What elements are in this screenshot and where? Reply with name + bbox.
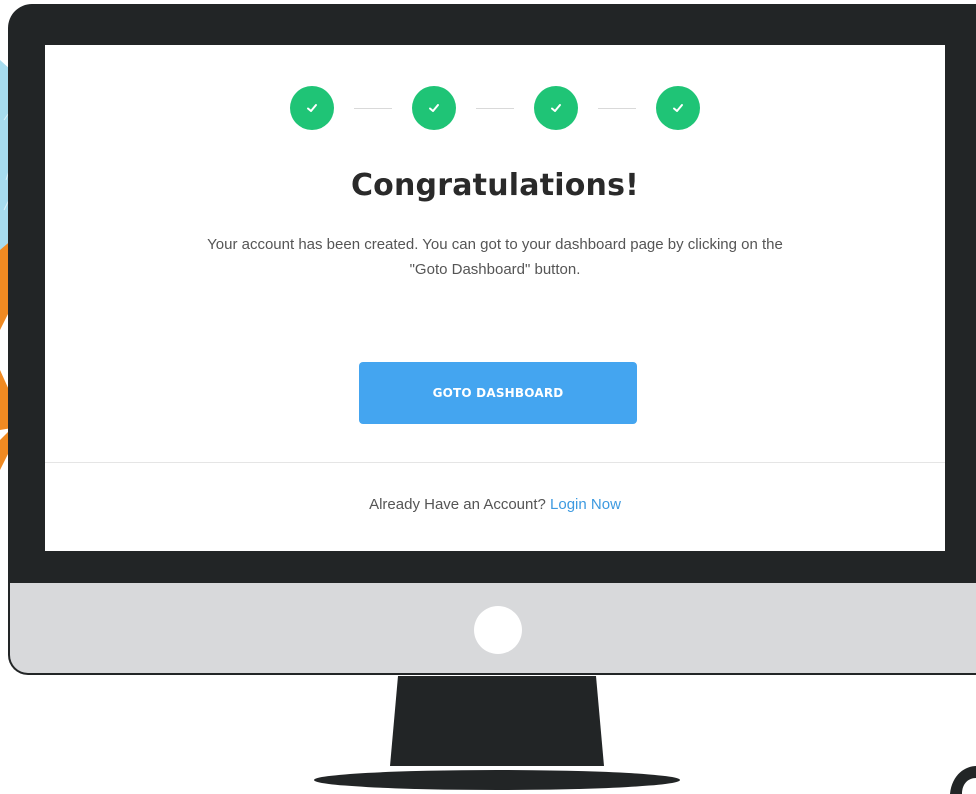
goto-dashboard-button[interactable]: GOTO DASHBOARD — [359, 362, 637, 424]
step-connector — [476, 107, 514, 109]
step-2-complete — [412, 86, 456, 130]
page-title: Congratulations! — [350, 168, 640, 203]
monitor-power-button — [474, 606, 522, 654]
screen-content: Congratulations! Your account has been c… — [45, 45, 945, 551]
success-message: Your account has been created. You can g… — [207, 236, 783, 278]
step-3-complete — [534, 86, 578, 130]
monitor-stand-neck — [390, 676, 604, 766]
monitor-stand-base — [314, 770, 680, 790]
monitor-stand — [314, 676, 976, 794]
illustration-stage: Congratulations! Your account has been c… — [0, 0, 976, 794]
checkmark-icon — [551, 104, 561, 112]
step-4-complete — [656, 86, 700, 130]
login-now-link[interactable]: Login Now — [550, 496, 621, 513]
login-prompt-text: Already Have an Account? — [369, 496, 546, 513]
step-connector — [598, 107, 636, 109]
progress-steps — [45, 86, 945, 130]
step-1-complete — [290, 86, 334, 130]
checkmark-icon — [429, 104, 439, 112]
footer-divider — [45, 462, 945, 463]
checkmark-icon — [307, 104, 317, 112]
decor-corner-arc — [950, 766, 976, 794]
step-connector — [354, 107, 392, 109]
checkmark-icon — [673, 104, 683, 112]
login-prompt: Already Have an Account? Login Now — [45, 496, 945, 513]
